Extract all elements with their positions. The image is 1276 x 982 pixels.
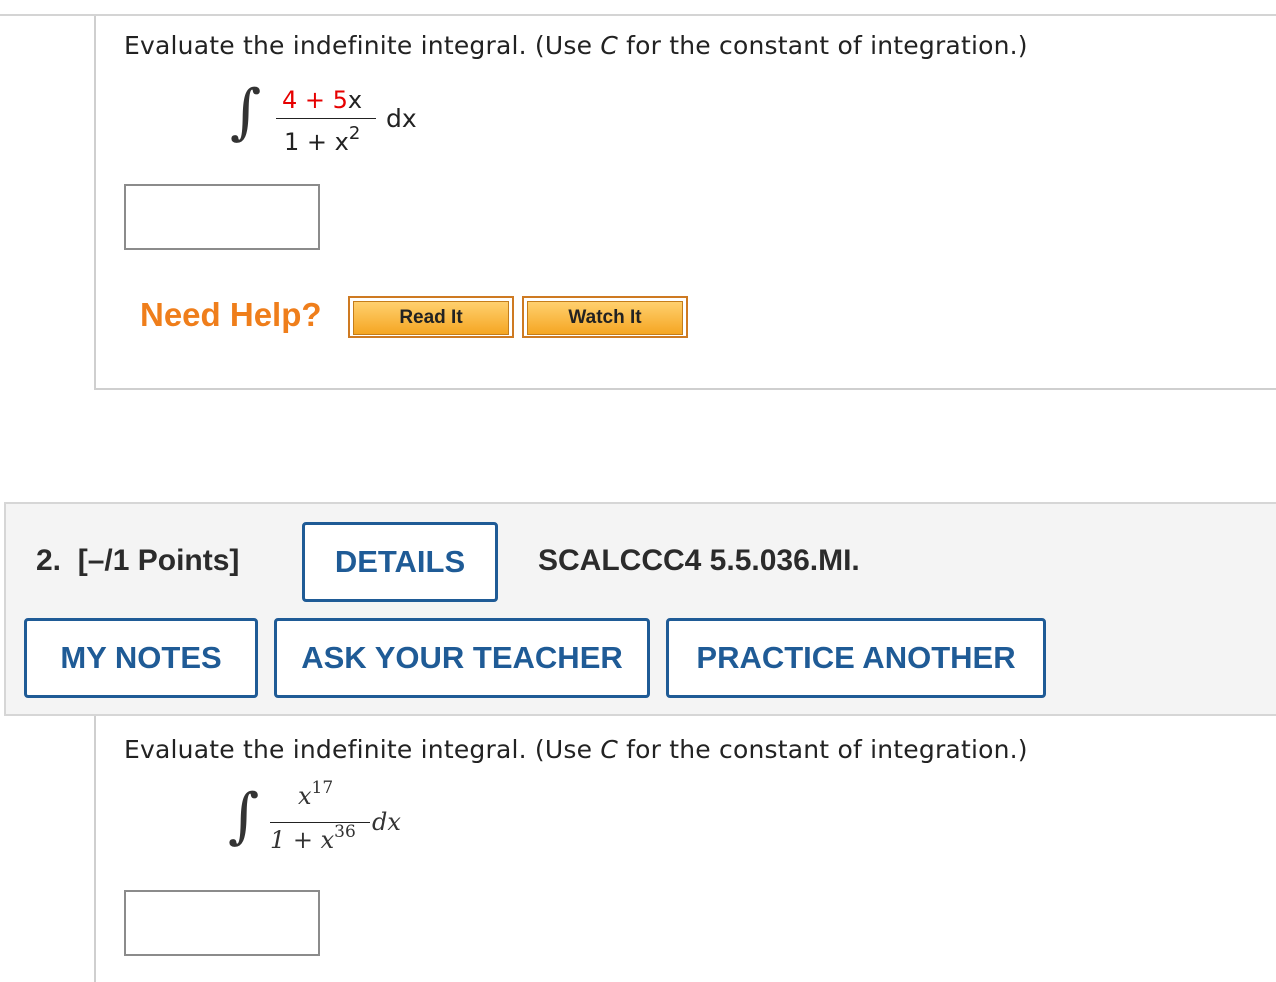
watch-it-button[interactable]: Watch It <box>522 296 688 338</box>
details-button[interactable]: DETAILS <box>302 522 498 602</box>
watch-it-label: Watch It <box>527 301 683 335</box>
prompt-text-end: for the constant of integration.) <box>617 31 1028 60</box>
question-1-integral: ∫ 4 + 5x 1 + x2 dx <box>226 80 446 170</box>
integral-differential: dx <box>372 808 401 836</box>
need-help-label: Need Help? <box>140 296 322 333</box>
numerator-text: 4 + 5 <box>282 86 348 114</box>
ask-your-teacher-button[interactable]: ASK YOUR TEACHER <box>274 618 650 698</box>
question-1-prompt: Evaluate the indefinite integral. (Use C… <box>124 31 1028 60</box>
question-2-number: 2. [–/1 Points] <box>36 544 239 578</box>
integral-differential: dx <box>386 104 417 133</box>
integral-numerator: 4 + 5x <box>282 86 362 114</box>
denominator-exponent: 36 <box>334 822 356 842</box>
question-2-prompt: Evaluate the indefinite integral. (Use C… <box>124 735 1028 764</box>
read-it-button[interactable]: Read It <box>348 296 514 338</box>
prompt-text-start: Evaluate the indefinite integral. (Use <box>124 31 601 60</box>
question-1-answer-input[interactable] <box>124 184 320 250</box>
question-2-panel-border <box>94 716 96 982</box>
denominator-base: 1 + x <box>270 826 335 854</box>
problem-code: SCALCCC4 5.5.036.MI. <box>538 544 860 577</box>
numerator-variable: x <box>347 86 363 114</box>
numerator-base: x <box>298 782 312 810</box>
prompt-text-end: for the constant of integration.) <box>617 735 1028 764</box>
integral-sign-icon: ∫ <box>228 781 260 851</box>
question-2-answer-input[interactable] <box>124 890 320 956</box>
question-number: 2. <box>36 544 62 577</box>
question-2-integral: ∫ x17 1 + x36 dx <box>226 778 446 868</box>
my-notes-button[interactable]: MY NOTES <box>24 618 258 698</box>
integral-numerator: x17 <box>298 778 333 810</box>
constant-variable: C <box>600 735 618 764</box>
practice-another-button[interactable]: PRACTICE ANOTHER <box>666 618 1046 698</box>
question-points: [–/1 Points] <box>77 544 240 577</box>
denominator-exponent: 2 <box>348 123 361 144</box>
integral-denominator: 1 + x36 <box>270 822 356 854</box>
numerator-exponent: 17 <box>311 778 334 798</box>
denominator-base: 1 + x <box>284 128 349 156</box>
fraction-bar <box>276 118 376 119</box>
integral-denominator: 1 + x2 <box>284 123 360 156</box>
read-it-label: Read It <box>353 301 509 335</box>
prompt-text-start: Evaluate the indefinite integral. (Use <box>124 735 601 764</box>
integral-sign-icon: ∫ <box>230 77 262 147</box>
constant-variable: C <box>600 31 618 60</box>
